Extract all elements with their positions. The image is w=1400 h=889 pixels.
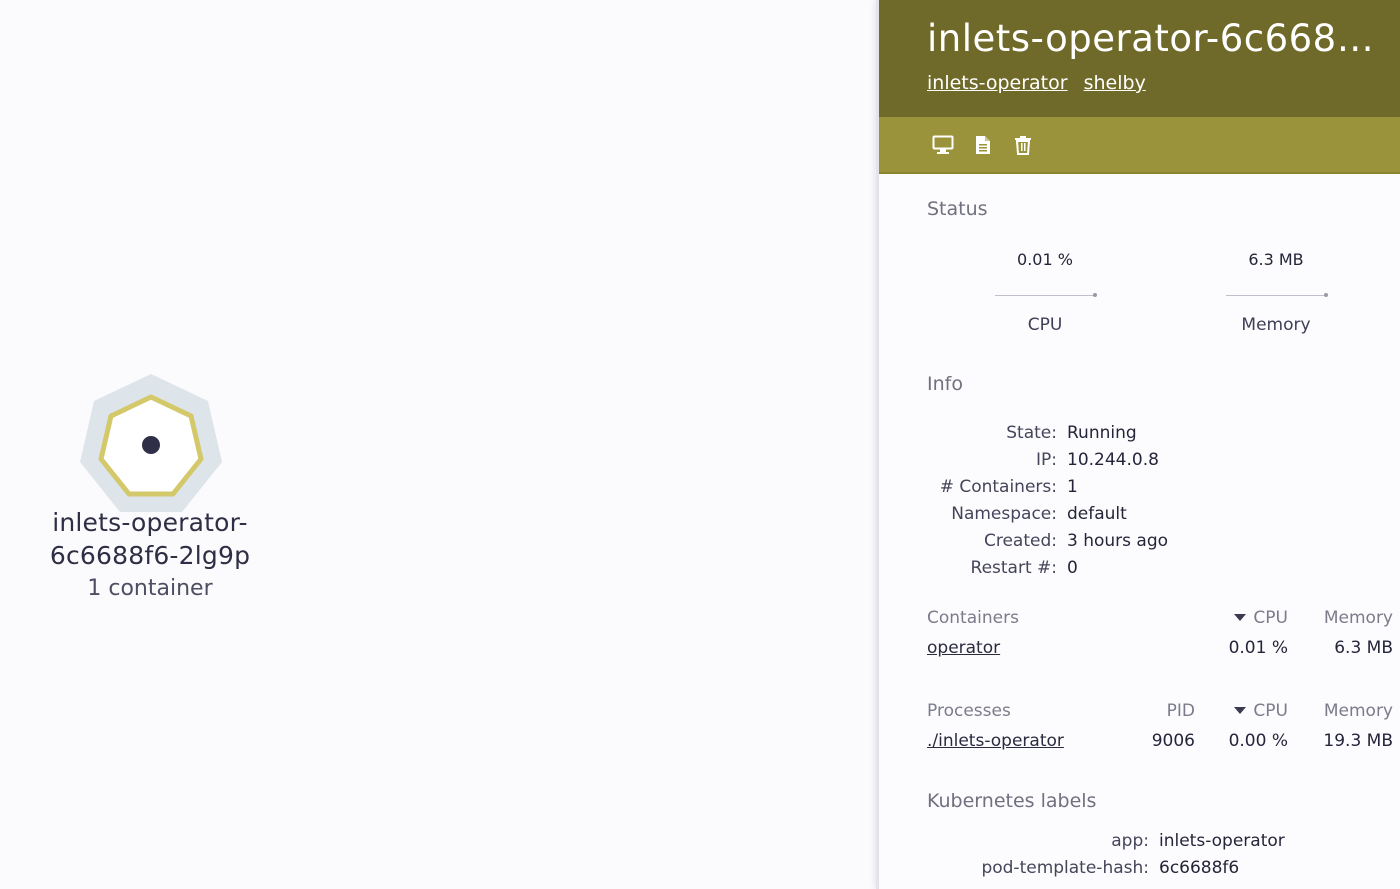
memory-metric: 6.3 MB Memory: [1196, 250, 1356, 335]
process-name-link[interactable]: ./inlets-operator: [927, 731, 1064, 751]
cpu-metric: 0.01 % CPU: [965, 250, 1125, 335]
trash-icon[interactable]: [1011, 133, 1035, 157]
memory-label: Memory: [1241, 315, 1311, 335]
info-title: Info: [927, 373, 963, 395]
containers-cpu-header[interactable]: CPU: [1234, 608, 1288, 628]
info-key: Namespace:: [951, 504, 1057, 524]
processes-pid-header[interactable]: PID: [1167, 701, 1195, 721]
info-value: 0: [1067, 558, 1078, 578]
info-key: Created:: [983, 531, 1057, 551]
info-row: State: Running: [927, 423, 1397, 450]
info-key: # Containers:: [939, 477, 1057, 497]
info-row: Created: 3 hours ago: [927, 531, 1397, 558]
container-cpu: 0.01 %: [1228, 638, 1288, 658]
info-row: Namespace: default: [927, 504, 1397, 531]
label-value: inlets-operator: [1159, 831, 1285, 851]
process-pid: 9006: [1151, 731, 1195, 751]
link-deployment[interactable]: inlets-operator: [927, 72, 1068, 94]
info-value: 10.244.0.8: [1067, 450, 1159, 470]
memory-sparkline: [1226, 293, 1328, 297]
sort-desc-icon: [1234, 707, 1247, 714]
info-row: # Containers: 1: [927, 477, 1397, 504]
info-key: Restart #:: [970, 558, 1057, 578]
info-value: 1: [1067, 477, 1078, 497]
sort-desc-icon: [1234, 614, 1247, 621]
pod-node-subtitle: 1 container: [87, 576, 213, 601]
process-cpu: 0.00 %: [1228, 731, 1288, 751]
pod-node-name-line1: inlets-operator-: [52, 508, 248, 537]
panel-links: inlets-operator shelby: [927, 72, 1400, 94]
info-value: 3 hours ago: [1067, 531, 1169, 551]
pod-node-name-line2: 6c6688f6-2lg9p: [49, 541, 251, 570]
processes-title: Processes: [927, 701, 1011, 721]
process-memory: 19.3 MB: [1323, 731, 1393, 751]
pod-node-name: inlets-operator- 6c6688f6-2lg9p: [0, 506, 300, 572]
containers-memory-header[interactable]: Memory: [1324, 608, 1393, 628]
container-name-link[interactable]: operator: [927, 638, 1000, 658]
info-row: IP: 10.244.0.8: [927, 450, 1397, 477]
status-section: Status 0.01 % CPU 6.3 MB Memory: [927, 198, 1397, 335]
label-key: pod-template-hash:: [981, 858, 1149, 878]
cpu-label: CPU: [1027, 315, 1063, 335]
info-value: Running: [1067, 423, 1137, 443]
panel-header: inlets-operator-6c6688f6-2lg9p inlets-op…: [879, 0, 1400, 117]
label-row: app: inlets-operator: [927, 831, 1397, 858]
label-key: app:: [1111, 831, 1149, 851]
status-title: Status: [927, 198, 988, 220]
panel-toolbar: [879, 117, 1400, 174]
panel-title: inlets-operator-6c6688f6-2lg9p: [927, 17, 1391, 60]
monitor-icon[interactable]: [931, 133, 955, 157]
document-icon[interactable]: [971, 133, 995, 157]
info-key: State:: [1006, 423, 1057, 443]
topology-canvas[interactable]: inlets-operator- 6c6688f6-2lg9p 1 contai…: [0, 0, 876, 889]
k8s-labels-section: Kubernetes labels app: inlets-operator po…: [927, 790, 1397, 885]
pod-heptagon-icon[interactable]: [78, 372, 224, 518]
processes-cpu-header[interactable]: CPU: [1234, 701, 1288, 721]
processes-memory-header[interactable]: Memory: [1324, 701, 1393, 721]
cpu-sparkline: [995, 293, 1097, 297]
processes-table: Processes PID CPU Memory ./inlets-operat…: [927, 701, 1393, 761]
container-memory: 6.3 MB: [1334, 638, 1393, 658]
containers-title: Containers: [927, 608, 1019, 628]
containers-table: Containers CPU Memory operator 0.01 % 6.…: [927, 608, 1393, 668]
k8s-labels-title: Kubernetes labels: [927, 790, 1097, 812]
details-panel: inlets-operator-6c6688f6-2lg9p inlets-op…: [876, 0, 1400, 889]
label-row: pod-template-hash: 6c6688f6: [927, 858, 1397, 885]
link-host[interactable]: shelby: [1084, 72, 1146, 94]
memory-value: 6.3 MB: [1248, 250, 1304, 269]
info-value: default: [1067, 504, 1127, 524]
label-value: 6c6688f6: [1159, 858, 1240, 878]
info-key: IP:: [1036, 450, 1057, 470]
info-row: Restart #: 0: [927, 558, 1397, 585]
info-section: Info State: Running IP: 10.244.0.8 # Conta…: [927, 373, 1397, 585]
cpu-value: 0.01 %: [1017, 250, 1073, 269]
